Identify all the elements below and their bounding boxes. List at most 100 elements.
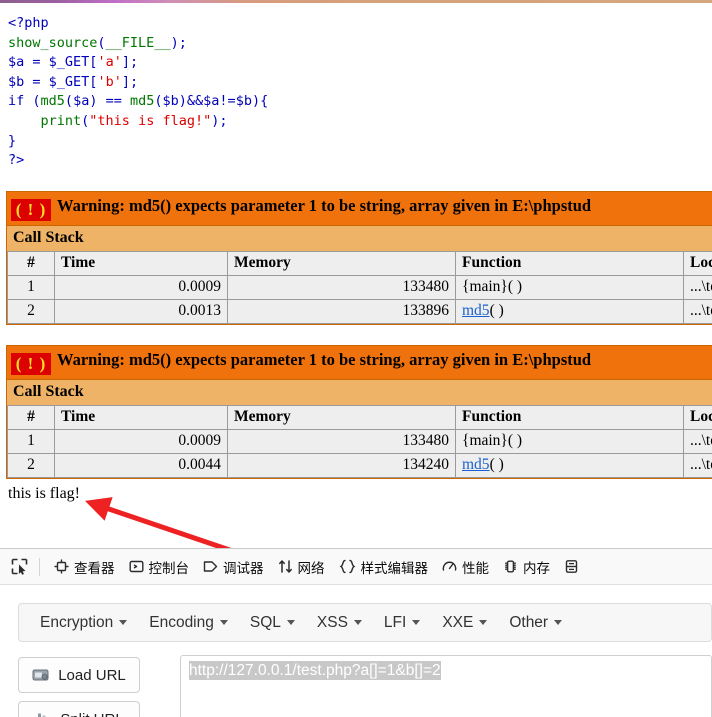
devtools-toolbar: 查看器 控制台 调试器 网络 — [0, 549, 712, 585]
table-header-row: # Time Memory Function Loc — [8, 251, 712, 275]
load-url-icon — [32, 667, 50, 683]
xdebug-warning-2: ( ! ) Warning: md5() expects parameter 1 … — [0, 345, 712, 479]
code-token: 'a' — [97, 54, 121, 70]
cell-function: md5( ) — [456, 453, 684, 477]
tab-performance[interactable]: 性能 — [435, 552, 496, 582]
code-token: } — [8, 133, 16, 149]
load-url-button[interactable]: Load URL — [18, 657, 140, 693]
hackbar-menu-sql[interactable]: SQL — [239, 614, 306, 632]
col-header-time: Time — [55, 405, 228, 429]
warning-icon: ( ! ) — [11, 353, 51, 375]
tab-label: 性能 — [462, 557, 489, 577]
cell-location: ...\te — [684, 275, 712, 299]
cell-location: ...\te — [684, 299, 712, 323]
col-header-num: # — [8, 405, 55, 429]
menu-label: SQL — [250, 614, 281, 632]
code-token: ?> — [8, 152, 24, 168]
code-token: print — [41, 113, 82, 129]
code-token: ) == — [89, 93, 130, 109]
cell-num: 2 — [8, 453, 55, 477]
function-link[interactable]: md5 — [462, 456, 490, 473]
split-url-button[interactable]: Split URL — [18, 701, 140, 717]
spacer-above-warning-2 — [0, 325, 712, 345]
tab-debugger[interactable]: 调试器 — [196, 552, 271, 582]
tab-network[interactable]: 网络 — [271, 552, 332, 582]
code-token: ( — [24, 93, 40, 109]
table-row: 2 0.0013 133896 md5( ) ...\te — [8, 299, 712, 323]
hackbar-menu-encoding[interactable]: Encoding — [138, 614, 239, 632]
tab-storage[interactable] — [557, 552, 591, 582]
console-icon — [129, 559, 144, 574]
cell-location: ...\te — [684, 453, 712, 477]
hackbar-menu-lfi[interactable]: LFI — [373, 614, 431, 632]
cell-function-suffix: ( ) — [490, 302, 504, 319]
tab-inspector[interactable]: 查看器 — [47, 552, 122, 582]
hackbar-menu-other[interactable]: Other — [498, 614, 573, 632]
cell-function-suffix: ( ) — [490, 456, 504, 473]
cell-num: 1 — [8, 429, 55, 453]
top-spacer — [0, 3, 712, 12]
code-token: md5 — [41, 93, 65, 109]
browser-page: <?php show_source(__FILE__); $a = $_GET[… — [0, 0, 712, 717]
cell-function: {main}( ) — [456, 429, 684, 453]
style-editor-icon — [339, 559, 356, 574]
inspector-icon — [54, 559, 69, 574]
tab-label: 查看器 — [74, 557, 115, 577]
hackbar-menu-encryption[interactable]: Encryption — [29, 614, 138, 632]
code-token: ( — [154, 93, 162, 109]
warning-message: Warning: md5() expects parameter 1 to be… — [57, 350, 591, 369]
code-token: <?php — [8, 15, 49, 31]
call-stack-table: # Time Memory Function Loc 1 0.0009 1334… — [7, 251, 712, 324]
code-token: $b — [163, 93, 179, 109]
function-link[interactable]: md5 — [462, 302, 490, 319]
col-header-time: Time — [55, 251, 228, 275]
col-header-location: Loc — [684, 405, 712, 429]
code-token: $a — [73, 93, 89, 109]
code-token: ); — [211, 113, 227, 129]
call-stack-table: # Time Memory Function Loc 1 0.0009 1334… — [7, 405, 712, 478]
tab-console[interactable]: 控制台 — [122, 552, 197, 582]
chevron-down-icon — [220, 620, 228, 625]
cell-function: md5( ) — [456, 299, 684, 323]
cell-memory: 133480 — [228, 275, 456, 299]
warning-box: ( ! ) Warning: md5() expects parameter 1 … — [6, 345, 712, 479]
storage-icon — [564, 559, 579, 574]
table-row: 1 0.0009 133480 {main}( ) ...\te — [8, 429, 712, 453]
php-source-code: <?php show_source(__FILE__); $a = $_GET[… — [0, 12, 712, 171]
cell-location: ...\te — [684, 429, 712, 453]
col-header-location: Loc — [684, 251, 712, 275]
warning-box: ( ! )Warning: md5() expects parameter 1 … — [6, 191, 712, 325]
tab-memory[interactable]: 内存 — [496, 552, 557, 582]
xdebug-warning-1: ( ! )Warning: md5() expects parameter 1 … — [0, 191, 712, 325]
tab-label: 控制台 — [149, 557, 190, 577]
hackbar-menu-xss[interactable]: XSS — [306, 614, 373, 632]
code-token: 'b' — [97, 74, 121, 90]
network-icon — [278, 559, 293, 574]
col-header-function: Function — [456, 405, 684, 429]
code-token: ]; — [122, 54, 138, 70]
cell-memory: 133896 — [228, 299, 456, 323]
tab-label: 样式编辑器 — [361, 557, 429, 577]
call-stack-label: Call Stack — [7, 379, 712, 405]
cell-function: {main}( ) — [456, 275, 684, 299]
chevron-down-icon — [479, 620, 487, 625]
code-token: ){ — [252, 93, 268, 109]
hackbar-menubar: Encryption Encoding SQL XSS LFI XXE — [18, 603, 712, 642]
split-url-label: Split URL — [60, 711, 123, 717]
url-input-value: http://127.0.0.1/test.php?a[]=1&b[]=2 — [189, 661, 441, 680]
chevron-down-icon — [287, 620, 295, 625]
call-stack-label: Call Stack — [7, 225, 712, 251]
hackbar-menu-xxe[interactable]: XXE — [431, 614, 498, 632]
code-token: $_GET — [49, 74, 90, 90]
element-picker-icon[interactable] — [6, 555, 32, 579]
cell-num: 1 — [8, 275, 55, 299]
tab-label: 内存 — [523, 557, 550, 577]
url-input[interactable]: http://127.0.0.1/test.php?a[]=1&b[]=2 — [180, 655, 712, 717]
cell-time: 0.0044 — [55, 453, 228, 477]
chevron-down-icon — [554, 620, 562, 625]
code-token: ]; — [122, 74, 138, 90]
tab-style-editor[interactable]: 样式编辑器 — [332, 552, 436, 582]
spacer-above-warning-1 — [0, 171, 712, 191]
memory-icon — [503, 559, 518, 574]
load-url-label: Load URL — [58, 667, 126, 684]
